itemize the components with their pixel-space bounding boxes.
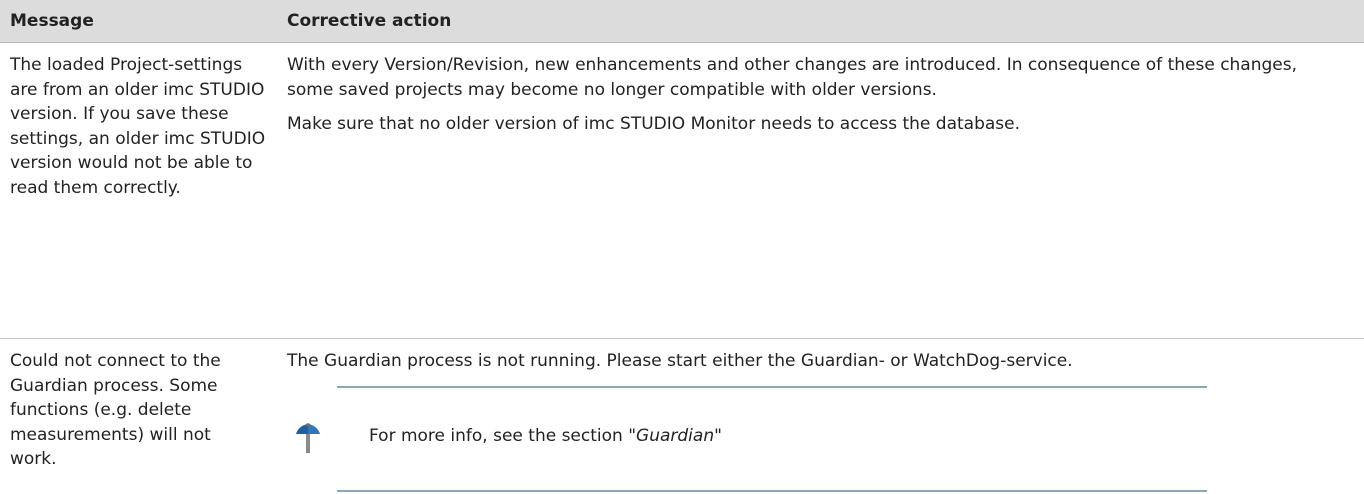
message-text: The loaded Project-settings are from an … (10, 55, 266, 198)
note-box: For more info, see the section "Guardian… (287, 385, 1354, 492)
note-suffix: " (714, 425, 722, 446)
guardian-link[interactable]: Guardian (636, 426, 714, 446)
action-paragraph: The Guardian process is not running. Ple… (287, 351, 1073, 371)
action-paragraph: With every Version/Revision, new enhance… (287, 55, 1298, 100)
table-header-row: Message Corrective action (0, 0, 1364, 43)
table-row: Could not connect to the Guardian proces… (0, 339, 1364, 494)
action-paragraph: Make sure that no older version of imc S… (287, 114, 1021, 134)
message-table: Message Corrective action The loaded Pro… (0, 0, 1364, 494)
note-rule-bottom (337, 489, 1207, 492)
header-message: Message (0, 0, 277, 43)
message-cell: The loaded Project-settings are from an … (0, 42, 277, 339)
message-text: Could not connect to the Guardian proces… (10, 351, 221, 469)
action-cell: The Guardian process is not running. Ple… (277, 339, 1364, 494)
table-row: The loaded Project-settings are from an … (0, 42, 1364, 339)
action-cell: With every Version/Revision, new enhance… (277, 42, 1364, 339)
header-corrective-action: Corrective action (277, 0, 1364, 43)
message-cell: Could not connect to the Guardian proces… (0, 339, 277, 494)
note-prefix: For more info, see the section " (369, 425, 637, 446)
note-rule-top (337, 385, 1207, 388)
signpost-icon (295, 420, 321, 454)
note-text: For more info, see the section "Guardian… (369, 424, 722, 449)
